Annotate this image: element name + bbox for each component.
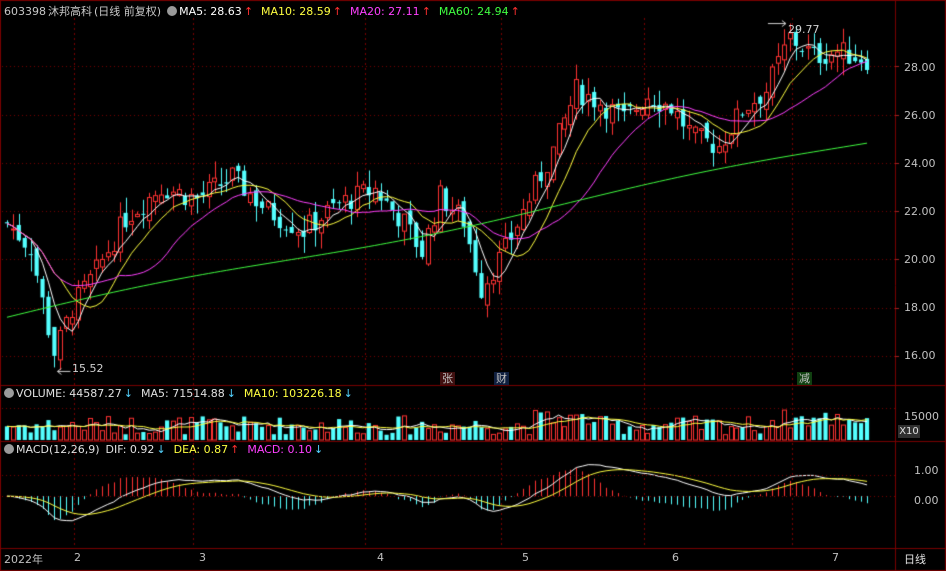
stock-period: (日线 前复权)	[94, 5, 162, 18]
arrow-down-icon: ↓	[123, 387, 133, 400]
macd-tick: 1.00	[914, 464, 939, 477]
price-tick: 26.00	[904, 109, 936, 122]
time-label: 2	[74, 551, 81, 564]
arrow-up-icon: ↑	[230, 443, 240, 456]
ma10-label: MA10: 28.59	[261, 5, 331, 18]
stock-code: 603398	[4, 5, 46, 18]
arrow-up-icon: ↑	[332, 5, 342, 18]
ma20-label: MA20: 27.11	[349, 5, 420, 18]
macd-title: MACD(12,26,9)	[16, 443, 100, 456]
stock-name: 沐邦高科	[48, 5, 92, 18]
ma5-label: MA5: 28.63	[179, 5, 242, 18]
time-label: 2022年	[4, 553, 43, 566]
price-tick: 28.00	[904, 61, 936, 74]
price-tick: 22.00	[904, 205, 936, 218]
gear-icon[interactable]	[4, 444, 14, 454]
gear-icon[interactable]	[167, 6, 178, 16]
arrow-up-icon: ↑	[510, 5, 520, 18]
volume-tick: 15000	[904, 410, 939, 423]
macd-tick: 0.00	[914, 494, 939, 507]
volume-ma10: MA10: 103226.18	[243, 387, 342, 400]
price-tick: 16.00	[904, 349, 936, 362]
ma60-label: MA60: 24.94	[438, 5, 509, 18]
time-axis: 2022年 2 3 4 5 6 7	[0, 551, 895, 569]
arrow-up-icon: ↑	[421, 5, 431, 18]
macd-dea: DEA: 0.87	[173, 443, 229, 456]
macd-header: MACD(12,26,9) DIF: 0.92 ↓ DEA: 0.87 ↑ MACD: 0…	[4, 443, 325, 457]
arrow-up-icon: ↑	[243, 5, 254, 18]
macd-dif: DIF: 0.92	[105, 443, 155, 456]
volume-value: VOLUME: 44587.27	[16, 387, 122, 400]
arrow-down-icon: ↓	[343, 387, 353, 400]
volume-ma5: MA5: 71514.88	[140, 387, 225, 400]
low-value: 15.52	[72, 362, 104, 375]
time-label: 6	[672, 551, 679, 564]
event-tag-cai[interactable]: 财	[494, 372, 509, 385]
arrow-down-icon: ↓	[156, 443, 166, 456]
time-label: 4	[377, 551, 384, 564]
low-annotation: 15.52	[72, 362, 104, 375]
high-annotation: 29.77	[788, 23, 820, 36]
event-tag-zhang[interactable]: 张	[440, 372, 455, 385]
stock-chart-canvas[interactable]	[0, 0, 946, 571]
price-tick: 18.00	[904, 301, 936, 314]
volume-header: VOLUME: 44587.27 ↓ MA5: 71514.88 ↓ MA10: 103…	[4, 387, 355, 401]
gear-icon[interactable]	[4, 388, 14, 398]
price-header: 603398 沐邦高科 (日线 前复权) MA5: 28.63 ↑ MA10: 28.59…	[4, 5, 522, 19]
time-label: 3	[199, 551, 206, 564]
price-tick: 24.00	[904, 157, 936, 170]
macd-value: MACD: 0.10	[247, 443, 312, 456]
arrow-down-icon: ↓	[226, 387, 236, 400]
price-tick: 20.00	[904, 253, 936, 266]
event-tag-jian[interactable]: 减	[797, 372, 812, 385]
high-value: 29.77	[788, 23, 820, 36]
time-label: 5	[522, 551, 529, 564]
right-axis: 28.00 26.00 24.00 22.00 20.00 18.00 16.0…	[898, 0, 946, 571]
period-button[interactable]: 日线	[904, 551, 926, 567]
volume-unit-badge: X10	[898, 425, 920, 438]
arrow-down-icon: ↓	[314, 443, 324, 456]
time-label: 7	[832, 551, 839, 564]
